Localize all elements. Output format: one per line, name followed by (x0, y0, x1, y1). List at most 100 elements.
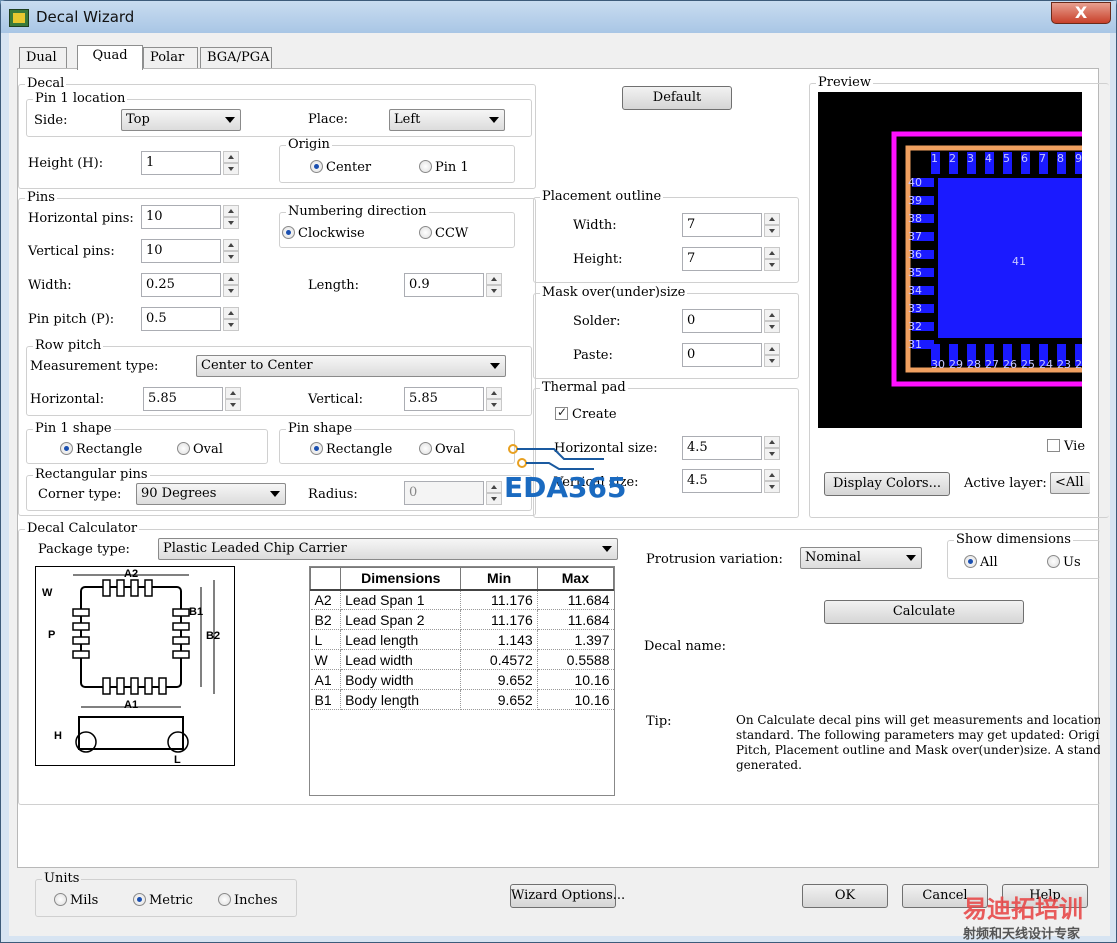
spin-down-icon[interactable] (764, 355, 780, 367)
title-bar[interactable]: Decal Wizard X (1, 1, 1116, 33)
height-input[interactable]: 1 (141, 151, 221, 175)
spin-down-icon[interactable] (486, 399, 502, 411)
wizard-options-button[interactable]: Wizard Options... (510, 884, 625, 908)
spin-down-icon[interactable] (225, 399, 241, 411)
origin-center-radio[interactable]: Center (310, 160, 371, 176)
protrusion-select[interactable]: Nominal (800, 547, 922, 569)
placement-width-input[interactable]: 7 (682, 213, 762, 237)
spin-up-icon[interactable] (223, 239, 239, 251)
table-row[interactable]: W Lead width 0.4572 0.5588 (310, 649, 614, 670)
spin-down-icon[interactable] (223, 217, 239, 229)
spin-up-icon[interactable] (486, 387, 502, 399)
pin-shape-oval-radio[interactable]: Oval (419, 442, 465, 458)
calculate-button[interactable]: Calculate (824, 600, 1024, 624)
table-row[interactable]: L Lead length 1.143 1.397 (310, 629, 614, 650)
row-horizontal-input[interactable]: 5.85 (143, 387, 223, 411)
pin1-shape-rect-radio[interactable]: Rectangle (60, 442, 142, 458)
spin-up-icon[interactable] (225, 387, 241, 399)
thermal-vsize-input[interactable]: 4.5 (682, 469, 762, 493)
numbering-cw-radio[interactable]: Clockwise (282, 226, 365, 242)
spin-down-icon[interactable] (764, 481, 780, 493)
height-spin-buttons[interactable] (223, 151, 239, 175)
placement-height-spin-buttons[interactable] (764, 247, 780, 271)
spin-up-icon[interactable] (764, 469, 780, 481)
paste-input[interactable]: 0 (682, 343, 762, 367)
row-horizontal-spin-buttons[interactable] (225, 387, 241, 411)
place-select[interactable]: Left (389, 109, 505, 131)
units-metric-radio[interactable]: Metric (133, 893, 193, 909)
table-row[interactable]: B2 Lead Span 2 11.176 11.684 (310, 609, 614, 630)
vertical-pins-spin-buttons[interactable] (223, 239, 239, 263)
row-horizontal-spinner[interactable]: 5.85 (143, 387, 243, 411)
spin-down-icon[interactable] (223, 251, 239, 263)
thermal-create-checkbox[interactable]: Create (555, 405, 617, 422)
corner-type-select[interactable]: 90 Degrees (136, 483, 286, 505)
tab-bga-pga[interactable]: BGA/PGA (200, 47, 272, 69)
spin-down-icon[interactable] (764, 259, 780, 271)
thermal-hsize-spinner[interactable]: 4.5 (682, 436, 782, 460)
spin-up-icon[interactable] (223, 273, 239, 285)
view-checkbox[interactable]: Vie (1047, 439, 1085, 454)
show-dims-user-radio[interactable]: Us (1047, 555, 1081, 571)
close-button[interactable]: X (1051, 2, 1111, 24)
show-dims-all-radio[interactable]: All (964, 555, 998, 571)
paste-spinner[interactable]: 0 (682, 343, 782, 367)
spin-up-icon[interactable] (764, 213, 780, 225)
thermal-hsize-input[interactable]: 4.5 (682, 436, 762, 460)
side-select[interactable]: Top (121, 109, 241, 131)
units-mils-radio[interactable]: Mils (54, 893, 98, 909)
spin-up-icon[interactable] (764, 309, 780, 321)
horizontal-pins-spinner[interactable]: 10 (141, 205, 241, 229)
placement-width-spinner[interactable]: 7 (682, 213, 782, 237)
pin-pitch-spinner[interactable]: 0.5 (141, 307, 241, 331)
row-vertical-spin-buttons[interactable] (486, 387, 502, 411)
pin-pitch-input[interactable]: 0.5 (141, 307, 221, 331)
pin-length-input[interactable]: 0.9 (404, 273, 484, 297)
spin-up-icon[interactable] (223, 151, 239, 163)
pin-pitch-spin-buttons[interactable] (223, 307, 239, 331)
ok-button[interactable]: OK (802, 884, 888, 908)
numbering-ccw-radio[interactable]: CCW (419, 226, 468, 242)
spin-down-icon[interactable] (764, 321, 780, 333)
solder-input[interactable]: 0 (682, 309, 762, 333)
row-vertical-input[interactable]: 5.85 (404, 387, 484, 411)
solder-spin-buttons[interactable] (764, 309, 780, 333)
pin1-shape-oval-radio[interactable]: Oval (177, 442, 223, 458)
tab-polar[interactable]: Polar (143, 47, 198, 69)
thermal-vsize-spin-buttons[interactable] (764, 469, 780, 493)
spin-down-icon[interactable] (486, 285, 502, 297)
pin-width-spin-buttons[interactable] (223, 273, 239, 297)
spin-up-icon[interactable] (486, 273, 502, 285)
paste-spin-buttons[interactable] (764, 343, 780, 367)
spin-down-icon[interactable] (764, 448, 780, 460)
solder-spinner[interactable]: 0 (682, 309, 782, 333)
spin-down-icon[interactable] (223, 319, 239, 331)
pin-width-spinner[interactable]: 0.25 (141, 273, 241, 297)
placement-height-input[interactable]: 7 (682, 247, 762, 271)
pin-length-spinner[interactable]: 0.9 (404, 273, 504, 297)
table-row[interactable]: A1 Body width 9.652 10.16 (310, 669, 614, 690)
spin-up-icon[interactable] (223, 205, 239, 217)
thermal-vsize-spinner[interactable]: 4.5 (682, 469, 782, 493)
units-inches-radio[interactable]: Inches (218, 893, 278, 909)
row-vertical-spinner[interactable]: 5.85 (404, 387, 504, 411)
horizontal-pins-input[interactable]: 10 (141, 205, 221, 229)
spin-up-icon[interactable] (764, 436, 780, 448)
spin-up-icon[interactable] (764, 343, 780, 355)
measurement-type-select[interactable]: Center to Center (196, 355, 506, 377)
spin-down-icon[interactable] (223, 285, 239, 297)
placement-width-spin-buttons[interactable] (764, 213, 780, 237)
tab-dual[interactable]: Dual (19, 47, 67, 69)
default-button[interactable]: Default (622, 86, 732, 110)
spin-up-icon[interactable] (223, 307, 239, 319)
vertical-pins-input[interactable]: 10 (141, 239, 221, 263)
active-layer-select[interactable]: <All (1050, 472, 1090, 494)
height-spinner[interactable]: 1 (141, 151, 241, 175)
horizontal-pins-spin-buttons[interactable] (223, 205, 239, 229)
origin-pin1-radio[interactable]: Pin 1 (419, 160, 469, 176)
pin-shape-rect-radio[interactable]: Rectangle (310, 442, 392, 458)
placement-height-spinner[interactable]: 7 (682, 247, 782, 271)
spin-up-icon[interactable] (764, 247, 780, 259)
pin-width-input[interactable]: 0.25 (141, 273, 221, 297)
vertical-pins-spinner[interactable]: 10 (141, 239, 241, 263)
